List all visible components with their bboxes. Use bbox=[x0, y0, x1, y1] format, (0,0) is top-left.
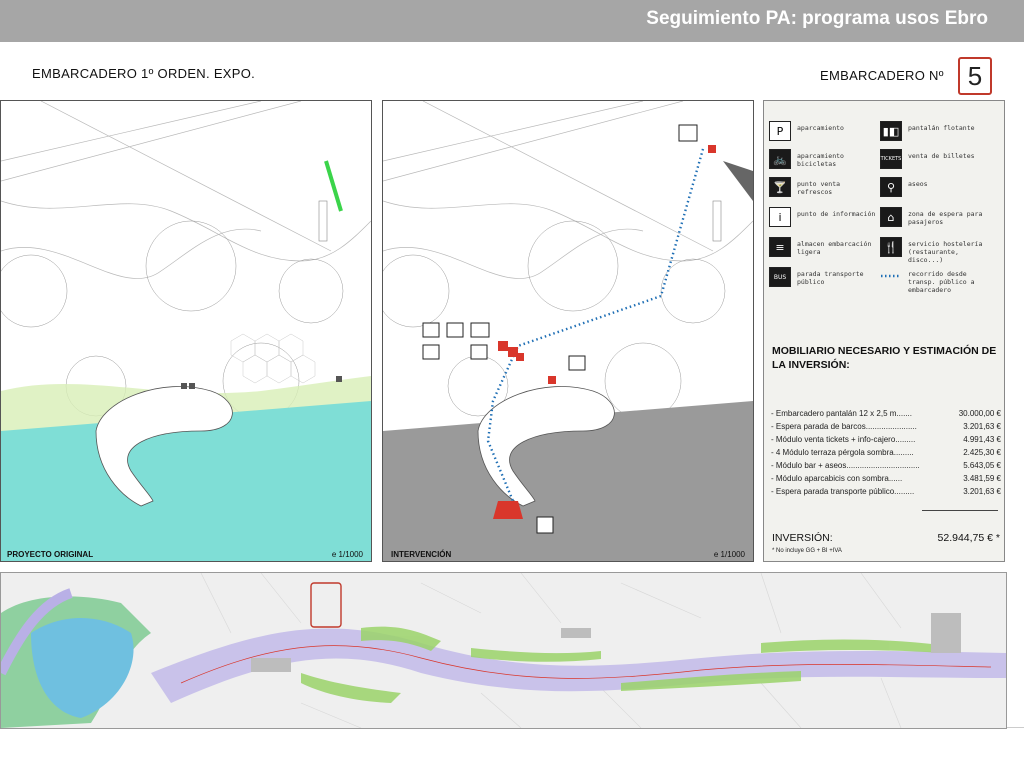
total-divider bbox=[922, 510, 998, 511]
panel-original-scale: e 1/1000 bbox=[331, 550, 363, 559]
legend-item-bike-parking: 🚲 aparcamiento bicicletas bbox=[769, 149, 879, 169]
legend-item-information: i punto de información bbox=[769, 207, 879, 227]
legend-item-boat-storage: ≡ almacen embarcación ligera bbox=[769, 237, 879, 257]
cost-row: - Módulo bar + aseos....................… bbox=[771, 461, 1001, 470]
cost-row: - Espera parada transporte público......… bbox=[771, 487, 1001, 496]
cost-row: - Módulo aparcabicis con sombra...... 3.… bbox=[771, 474, 1001, 483]
legend-item-toilets: ⚲ aseos bbox=[880, 177, 990, 197]
investment-note: * No incluye GG + BI +IVA bbox=[772, 548, 842, 554]
tickets-icon: TICKETS bbox=[880, 149, 902, 169]
legend-item-tickets: TICKETS venta de billetes bbox=[880, 149, 990, 169]
cocktail-icon: 🍸 bbox=[769, 177, 791, 197]
dock-number-label: EMBARCADERO Nº bbox=[820, 68, 944, 83]
legend-item-parking: P aparcamiento bbox=[769, 121, 879, 141]
legend-item-hospitality: 🍴 servicio hostelería (restaurante, disc… bbox=[880, 237, 990, 264]
legend-item-route: recorrido desde transp. público a embarc… bbox=[880, 267, 990, 294]
information-icon: i bbox=[769, 207, 791, 227]
panel-intervention-scale: e 1/1000 bbox=[713, 550, 745, 559]
legend-item-bus-stop: BUS parada transporte público bbox=[769, 267, 879, 287]
boat-storage-icon: ≡ bbox=[769, 237, 791, 257]
dotted-route-icon bbox=[880, 267, 902, 285]
house-icon: ⌂ bbox=[880, 207, 902, 227]
toilets-icon: ⚲ bbox=[880, 177, 902, 197]
legend-item-waiting-area: ⌂ zona de espera para pasajeros bbox=[880, 207, 990, 227]
header-title: Seguimiento PA: programa usos Ebro bbox=[646, 8, 988, 29]
bicycle-icon: 🚲 bbox=[769, 149, 791, 169]
panel-intervention-caption: INTERVENCIÓN bbox=[391, 550, 452, 559]
header-bar: Seguimiento PA: programa usos Ebro bbox=[0, 0, 1024, 42]
parking-icon: P bbox=[769, 121, 791, 141]
panel-intervention: INTERVENCIÓN e 1/1000 bbox=[382, 100, 754, 562]
panel-original-project: PROYECTO ORIGINAL e 1/1000 bbox=[0, 100, 372, 562]
floating-dock-icon: ▮◧ bbox=[880, 121, 902, 141]
panel-original-caption: PROYECTO ORIGINAL bbox=[7, 550, 94, 559]
original-plan-drawing bbox=[1, 101, 371, 561]
legend-item-refreshments: 🍸 punto venta refrescos bbox=[769, 177, 879, 197]
investment-total-amount: 52.944,75 € * bbox=[937, 532, 1000, 544]
dock-number-badge: 5 bbox=[958, 57, 992, 95]
bus-icon: BUS bbox=[769, 267, 791, 287]
investment-title: MOBILIARIO NECESARIO Y ESTIMACIÓN DE LA … bbox=[772, 345, 997, 371]
cost-row: - Módulo venta tickets + info-cajero....… bbox=[771, 435, 1001, 444]
sheet-title: EMBARCADERO 1º ORDEN. EXPO. bbox=[32, 66, 256, 81]
river-map-drawing bbox=[1, 573, 1006, 728]
legend-panel: P aparcamiento ▮◧ pantalán flotante 🚲 ap… bbox=[763, 100, 1005, 562]
investment-total-label: INVERSIÓN: bbox=[772, 532, 833, 544]
legend-item-floating-dock: ▮◧ pantalán flotante bbox=[880, 121, 990, 141]
cutlery-icon: 🍴 bbox=[880, 237, 902, 257]
cost-row: - Embarcadero pantalán 12 x 2,5 m.......… bbox=[771, 409, 1001, 418]
intervention-plan-drawing bbox=[383, 101, 753, 561]
cost-row: - 4 Módulo terraza pérgola sombra.......… bbox=[771, 448, 1001, 457]
cost-row: - Espera parada de barcos...............… bbox=[771, 422, 1001, 431]
location-map bbox=[0, 572, 1007, 729]
